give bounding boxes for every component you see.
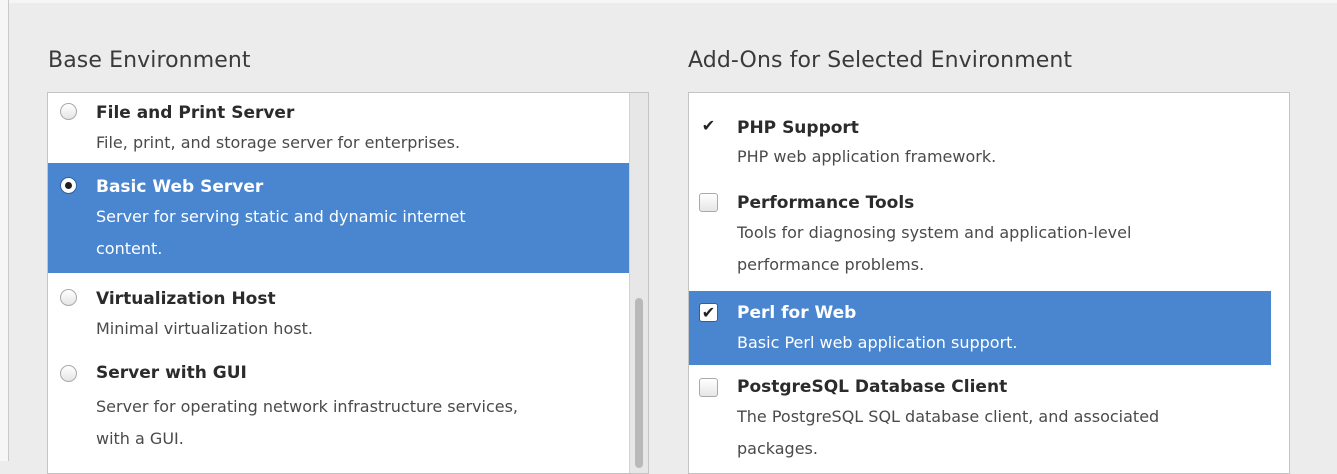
env-item-virtualization-host[interactable]: Virtualization Host Minimal virtualizati… (48, 279, 630, 349)
addon-item-title: Performance Tools (737, 193, 915, 213)
env-item-description-line2: with a GUI. (96, 429, 184, 448)
window-top-edge (0, 0, 1337, 3)
checkbox-unchecked[interactable] (699, 193, 718, 212)
window-left-edge (0, 0, 9, 461)
addon-item-title: Perl for Web (737, 303, 857, 323)
env-item-title: Virtualization Host (96, 289, 276, 309)
addon-item-description-line1: The PostgreSQL SQL database client, and … (737, 407, 1160, 426)
scrollbar-thumb[interactable] (635, 298, 643, 468)
env-item-description-line1: Server for serving static and dynamic in… (96, 207, 466, 226)
addon-item-description: PHP web application framework. (737, 147, 997, 166)
addon-item-title: PHP Support (737, 118, 859, 138)
addons-heading: Add-Ons for Selected Environment (688, 48, 1073, 73)
addon-item-description-line1: Tools for diagnosing system and applicat… (737, 223, 1132, 242)
checkbox-checked[interactable]: ✔ (699, 117, 718, 136)
base-environment-list[interactable]: File and Print Server File, print, and s… (47, 92, 649, 474)
checkbox-unchecked[interactable] (699, 378, 718, 397)
env-item-basic-web-server[interactable]: Basic Web Server Server for serving stat… (48, 163, 630, 273)
base-environment-heading: Base Environment (48, 48, 251, 73)
env-item-file-print-server[interactable]: File and Print Server File, print, and s… (48, 93, 630, 159)
addon-item-php-support[interactable]: ✔ PHP Support PHP web application framew… (689, 111, 1271, 181)
addon-item-postgresql-client[interactable]: PostgreSQL Database Client The PostgreSQ… (689, 371, 1271, 473)
env-item-title: File and Print Server (96, 103, 295, 123)
addon-item-description-line2: performance problems. (737, 255, 925, 274)
radio-button-selected[interactable] (60, 177, 77, 194)
addon-item-performance-tools[interactable]: Performance Tools Tools for diagnosing s… (689, 185, 1271, 289)
env-item-title: Basic Web Server (96, 177, 264, 197)
env-item-description: Minimal virtualization host. (96, 319, 313, 338)
addons-list[interactable]: ✔ PHP Support PHP web application framew… (688, 92, 1290, 474)
radio-button[interactable] (60, 103, 77, 120)
radio-button[interactable] (60, 365, 77, 382)
addon-item-description: Basic Perl web application support. (737, 333, 1018, 352)
env-item-description: File, print, and storage server for ente… (96, 133, 461, 152)
env-item-server-with-gui[interactable]: Server with GUI Server for operating net… (48, 355, 630, 465)
checkbox-checked[interactable]: ✔ (699, 303, 718, 322)
addon-item-description-line2: packages. (737, 439, 818, 458)
addon-item-perl-for-web[interactable]: ✔ Perl for Web Basic Perl web applicatio… (689, 291, 1271, 365)
radio-button[interactable] (60, 289, 77, 306)
env-item-title: Server with GUI (96, 363, 247, 383)
addon-item-title: PostgreSQL Database Client (737, 377, 1008, 397)
env-item-description-line1: Server for operating network infrastruct… (96, 397, 519, 416)
env-item-description-line2: content. (96, 239, 163, 258)
base-list-scrollbar[interactable] (629, 93, 648, 473)
